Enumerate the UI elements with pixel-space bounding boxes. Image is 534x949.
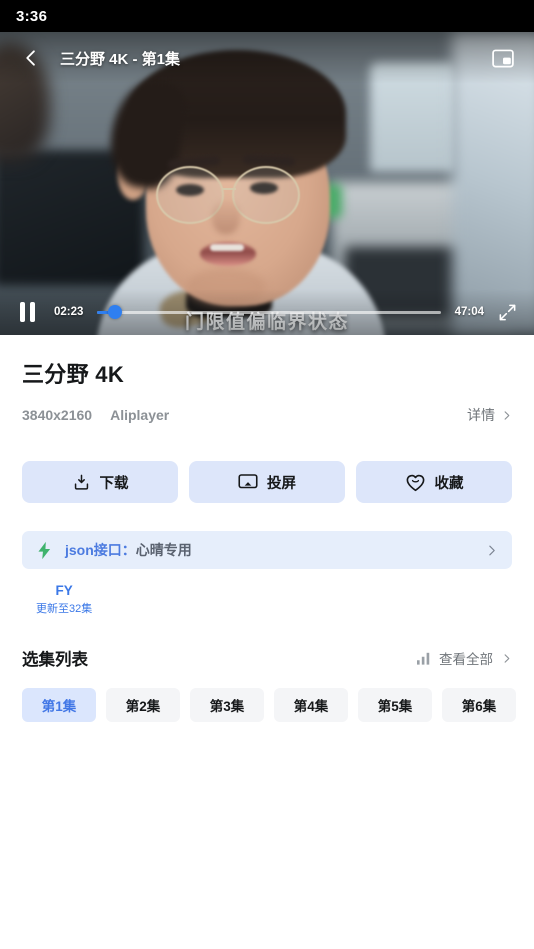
resolution-label: 3840x2160 [22, 407, 93, 423]
progress-thumb[interactable] [107, 305, 122, 319]
cast-button[interactable]: 投屏 [189, 461, 345, 503]
progress-track [97, 310, 441, 314]
json-interface-label: json接口：心晴专用 [65, 540, 192, 560]
fullscreen-icon [499, 304, 515, 320]
source-tab-subtitle: 更新至32集 [36, 603, 93, 615]
player-top-bar: 三分野 4K - 第1集 [0, 32, 534, 84]
json-interface-suffix: 心晴专用 [135, 542, 192, 558]
lightning-bolt-icon [38, 541, 51, 559]
episode-list-title: 选集列表 [22, 651, 88, 669]
episode-chip[interactable]: 第2集 [106, 688, 180, 722]
episode-chip[interactable]: 第4集 [274, 688, 348, 722]
detail-link[interactable]: 详情 [467, 405, 512, 425]
pause-icon [19, 302, 25, 322]
player-engine-label: Aliplayer [110, 407, 170, 423]
detail-link-label: 详情 [467, 407, 495, 423]
duration-label: 47:04 [454, 306, 484, 318]
source-tab-name: FY [55, 583, 73, 598]
favorite-button[interactable]: 收藏 [356, 461, 512, 503]
cast-icon [238, 473, 258, 488]
chevron-left-icon [26, 50, 35, 66]
pause-button[interactable] [14, 299, 40, 325]
download-button[interactable]: 下载 [22, 461, 178, 503]
favorite-button-label: 收藏 [434, 475, 464, 492]
fullscreen-button[interactable] [494, 299, 520, 325]
bar-chart-icon [417, 652, 430, 665]
chevron-right-icon [504, 410, 510, 420]
json-interface-prefix: json接口： [65, 542, 136, 558]
video-player[interactable]: 三分野 4K - 第1集 门限值偏临界状态 02:23 47:04 [0, 32, 534, 335]
back-button[interactable] [14, 41, 48, 75]
metadata-row: 3840x2160 Aliplayer 详情 [22, 405, 512, 425]
source-tab-fy[interactable]: FY 更新至32集 [22, 579, 106, 620]
video-info-section: 三分野 4K 3840x2160 Aliplayer 详情 [0, 335, 534, 425]
json-interface-banner[interactable]: json接口：心晴专用 [22, 531, 512, 569]
episode-chip-list[interactable]: 第1集 第2集 第3集 第4集 第5集 第6集 [0, 670, 534, 722]
view-all-episodes-button[interactable]: 查看全部 [417, 648, 512, 668]
heart-icon [406, 474, 424, 491]
picture-in-picture-button[interactable] [486, 41, 520, 75]
source-tabs: FY 更新至32集 [0, 569, 534, 620]
status-bar: 3:36 [0, 0, 534, 32]
episode-list-header: 选集列表 查看全部 [0, 620, 534, 670]
current-time-label: 02:23 [54, 306, 84, 318]
view-all-episodes-label: 查看全部 [439, 652, 493, 667]
episode-chip[interactable]: 第5集 [358, 688, 432, 722]
episode-chip[interactable]: 第3集 [190, 688, 264, 722]
chevron-right-icon [504, 653, 510, 663]
chevron-right-icon [489, 545, 495, 555]
progress-bar[interactable] [97, 303, 441, 321]
download-icon [74, 474, 88, 490]
action-buttons-row: 下载 投屏 收藏 [0, 425, 534, 503]
download-button-label: 下载 [99, 475, 129, 492]
picture-in-picture-icon [492, 49, 514, 67]
status-bar-clock: 3:36 [16, 7, 48, 25]
player-title: 三分野 4K - 第1集 [60, 50, 181, 68]
page-title: 三分野 4K [22, 362, 125, 387]
cast-button-label: 投屏 [267, 475, 296, 492]
episode-chip[interactable]: 第1集 [22, 688, 96, 722]
player-controls: 02:23 47:04 [0, 289, 534, 335]
episode-chip[interactable]: 第6集 [442, 688, 516, 722]
